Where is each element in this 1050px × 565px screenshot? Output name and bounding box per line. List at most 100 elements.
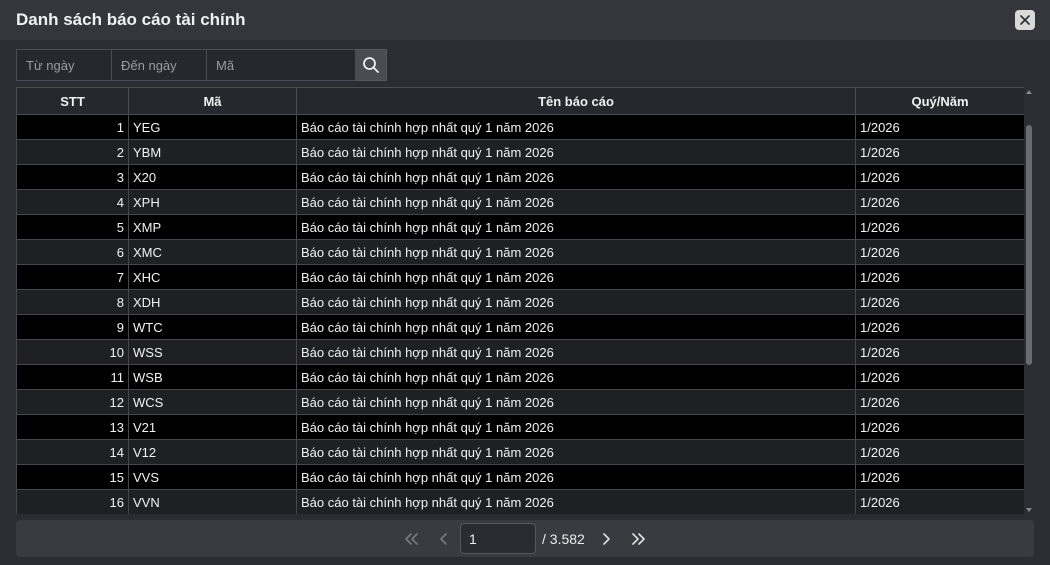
cell-stt: 14 [16, 439, 129, 465]
table-row[interactable]: 8 XDH Báo cáo tài chính hợp nhất quý 1 năm… [16, 289, 1024, 315]
cell-stt: 11 [16, 364, 129, 390]
table-row[interactable]: 11 WSB Báo cáo tài chính hợp nhất quý 1 nă… [16, 364, 1024, 390]
close-button[interactable] [1015, 10, 1035, 30]
table-row[interactable]: 6 XMC Báo cáo tài chính hợp nhất quý 1 năm… [16, 239, 1024, 265]
table-row[interactable]: 9 WTC Báo cáo tài chính hợp nhất quý 1 năm… [16, 314, 1024, 340]
cell-report-name: Báo cáo tài chính hợp nhất quý 1 năm 202… [296, 389, 856, 415]
table-body: 1 YEG Báo cáo tài chính hợp nhất quý 1 năm… [16, 114, 1024, 514]
cell-code: XDH [128, 289, 297, 315]
cell-code: X20 [128, 164, 297, 190]
cell-code: XMP [128, 214, 297, 240]
table-row[interactable]: 10 WSS Báo cáo tài chính hợp nhất quý 1 nă… [16, 339, 1024, 365]
cell-period: 1/2026 [855, 239, 1024, 265]
cell-stt: 5 [16, 214, 129, 240]
cell-stt: 13 [16, 414, 129, 440]
cell-period: 1/2026 [855, 439, 1024, 465]
table-header-row: STT Mã Tên báo cáo Quý/Năm [16, 87, 1024, 115]
table-row[interactable]: 2 YBM Báo cáo tài chính hợp nhất quý 1 năm… [16, 139, 1024, 165]
table-row[interactable]: 13 V21 Báo cáo tài chính hợp nhất quý 1 nă… [16, 414, 1024, 440]
cell-code: VVS [128, 464, 297, 490]
scroll-thumb[interactable] [1026, 125, 1032, 365]
prev-page-button[interactable] [434, 529, 454, 549]
search-button[interactable] [356, 49, 387, 81]
cell-report-name: Báo cáo tài chính hợp nhất quý 1 năm 202… [296, 339, 856, 365]
filter-bar [16, 49, 387, 81]
table-row[interactable]: 15 VVS Báo cáo tài chính hợp nhất quý 1 nă… [16, 464, 1024, 490]
cell-report-name: Báo cáo tài chính hợp nhất quý 1 năm 202… [296, 264, 856, 290]
table-row[interactable]: 7 XHC Báo cáo tài chính hợp nhất quý 1 năm… [16, 264, 1024, 290]
cell-stt: 16 [16, 489, 129, 514]
cell-period: 1/2026 [855, 489, 1024, 514]
dialog-titlebar: Danh sách báo cáo tài chính [0, 0, 1050, 40]
header-stt[interactable]: STT [16, 87, 129, 115]
cell-report-name: Báo cáo tài chính hợp nhất quý 1 năm 202… [296, 239, 856, 265]
cell-period: 1/2026 [855, 114, 1024, 140]
code-input[interactable] [206, 49, 356, 81]
cell-report-name: Báo cáo tài chính hợp nhất quý 1 năm 202… [296, 164, 856, 190]
table-row[interactable]: 3 X20 Báo cáo tài chính hợp nhất quý 1 năm… [16, 164, 1024, 190]
cell-report-name: Báo cáo tài chính hợp nhất quý 1 năm 202… [296, 114, 856, 140]
table-row[interactable]: 4 XPH Báo cáo tài chính hợp nhất quý 1 năm… [16, 189, 1024, 215]
close-icon [1020, 15, 1030, 25]
chevron-left-icon [440, 533, 447, 545]
table-row[interactable]: 5 XMP Báo cáo tài chính hợp nhất quý 1 năm… [16, 214, 1024, 240]
cell-stt: 10 [16, 339, 129, 365]
last-page-button[interactable] [628, 529, 648, 549]
chevron-right-icon [603, 533, 610, 545]
cell-stt: 15 [16, 464, 129, 490]
table-row[interactable]: 14 V12 Báo cáo tài chính hợp nhất quý 1 nă… [16, 439, 1024, 465]
cell-report-name: Báo cáo tài chính hợp nhất quý 1 năm 202… [296, 314, 856, 340]
scroll-down-arrow-icon[interactable] [1026, 508, 1032, 512]
header-report-name[interactable]: Tên báo cáo [296, 87, 856, 115]
cell-code: V21 [128, 414, 297, 440]
cell-code: WSS [128, 339, 297, 365]
cell-code: XMC [128, 239, 297, 265]
table-scrollbar[interactable] [1024, 87, 1034, 514]
cell-report-name: Báo cáo tài chính hợp nhất quý 1 năm 202… [296, 139, 856, 165]
first-page-button[interactable] [402, 529, 422, 549]
cell-report-name: Báo cáo tài chính hợp nhất quý 1 năm 202… [296, 364, 856, 390]
cell-code: XPH [128, 189, 297, 215]
cell-period: 1/2026 [855, 289, 1024, 315]
cell-period: 1/2026 [855, 264, 1024, 290]
report-table-container: STT Mã Tên báo cáo Quý/Năm 1 YEG Báo cáo t… [16, 87, 1024, 514]
from-date-input[interactable] [16, 49, 111, 81]
cell-code: VVN [128, 489, 297, 514]
cell-stt: 8 [16, 289, 129, 315]
cell-stt: 3 [16, 164, 129, 190]
cell-code: WSB [128, 364, 297, 390]
cell-code: YEG [128, 114, 297, 140]
cell-code: WTC [128, 314, 297, 340]
cell-period: 1/2026 [855, 189, 1024, 215]
cell-period: 1/2026 [855, 339, 1024, 365]
double-chevron-right-icon [632, 533, 645, 545]
cell-report-name: Báo cáo tài chính hợp nhất quý 1 năm 202… [296, 189, 856, 215]
cell-code: YBM [128, 139, 297, 165]
table-row[interactable]: 1 YEG Báo cáo tài chính hợp nhất quý 1 năm… [16, 114, 1024, 140]
page-number-input[interactable] [460, 523, 536, 554]
dialog-title: Danh sách báo cáo tài chính [16, 10, 246, 29]
cell-stt: 7 [16, 264, 129, 290]
double-chevron-left-icon [405, 533, 418, 545]
cell-period: 1/2026 [855, 464, 1024, 490]
cell-stt: 4 [16, 189, 129, 215]
header-period[interactable]: Quý/Năm [855, 87, 1024, 115]
header-code[interactable]: Mã [128, 87, 297, 115]
cell-period: 1/2026 [855, 389, 1024, 415]
cell-period: 1/2026 [855, 364, 1024, 390]
scroll-up-arrow-icon[interactable] [1026, 90, 1032, 94]
next-page-button[interactable] [596, 529, 616, 549]
cell-stt: 12 [16, 389, 129, 415]
cell-code: V12 [128, 439, 297, 465]
cell-report-name: Báo cáo tài chính hợp nhất quý 1 năm 202… [296, 464, 856, 490]
search-icon [363, 57, 379, 73]
cell-period: 1/2026 [855, 214, 1024, 240]
table-row[interactable]: 12 WCS Báo cáo tài chính hợp nhất quý 1 nă… [16, 389, 1024, 415]
table-row[interactable]: 16 VVN Báo cáo tài chính hợp nhất quý 1 nă… [16, 489, 1024, 514]
to-date-input[interactable] [111, 49, 206, 81]
cell-report-name: Báo cáo tài chính hợp nhất quý 1 năm 202… [296, 489, 856, 514]
cell-period: 1/2026 [855, 139, 1024, 165]
cell-report-name: Báo cáo tài chính hợp nhất quý 1 năm 202… [296, 439, 856, 465]
cell-period: 1/2026 [855, 414, 1024, 440]
cell-period: 1/2026 [855, 314, 1024, 340]
